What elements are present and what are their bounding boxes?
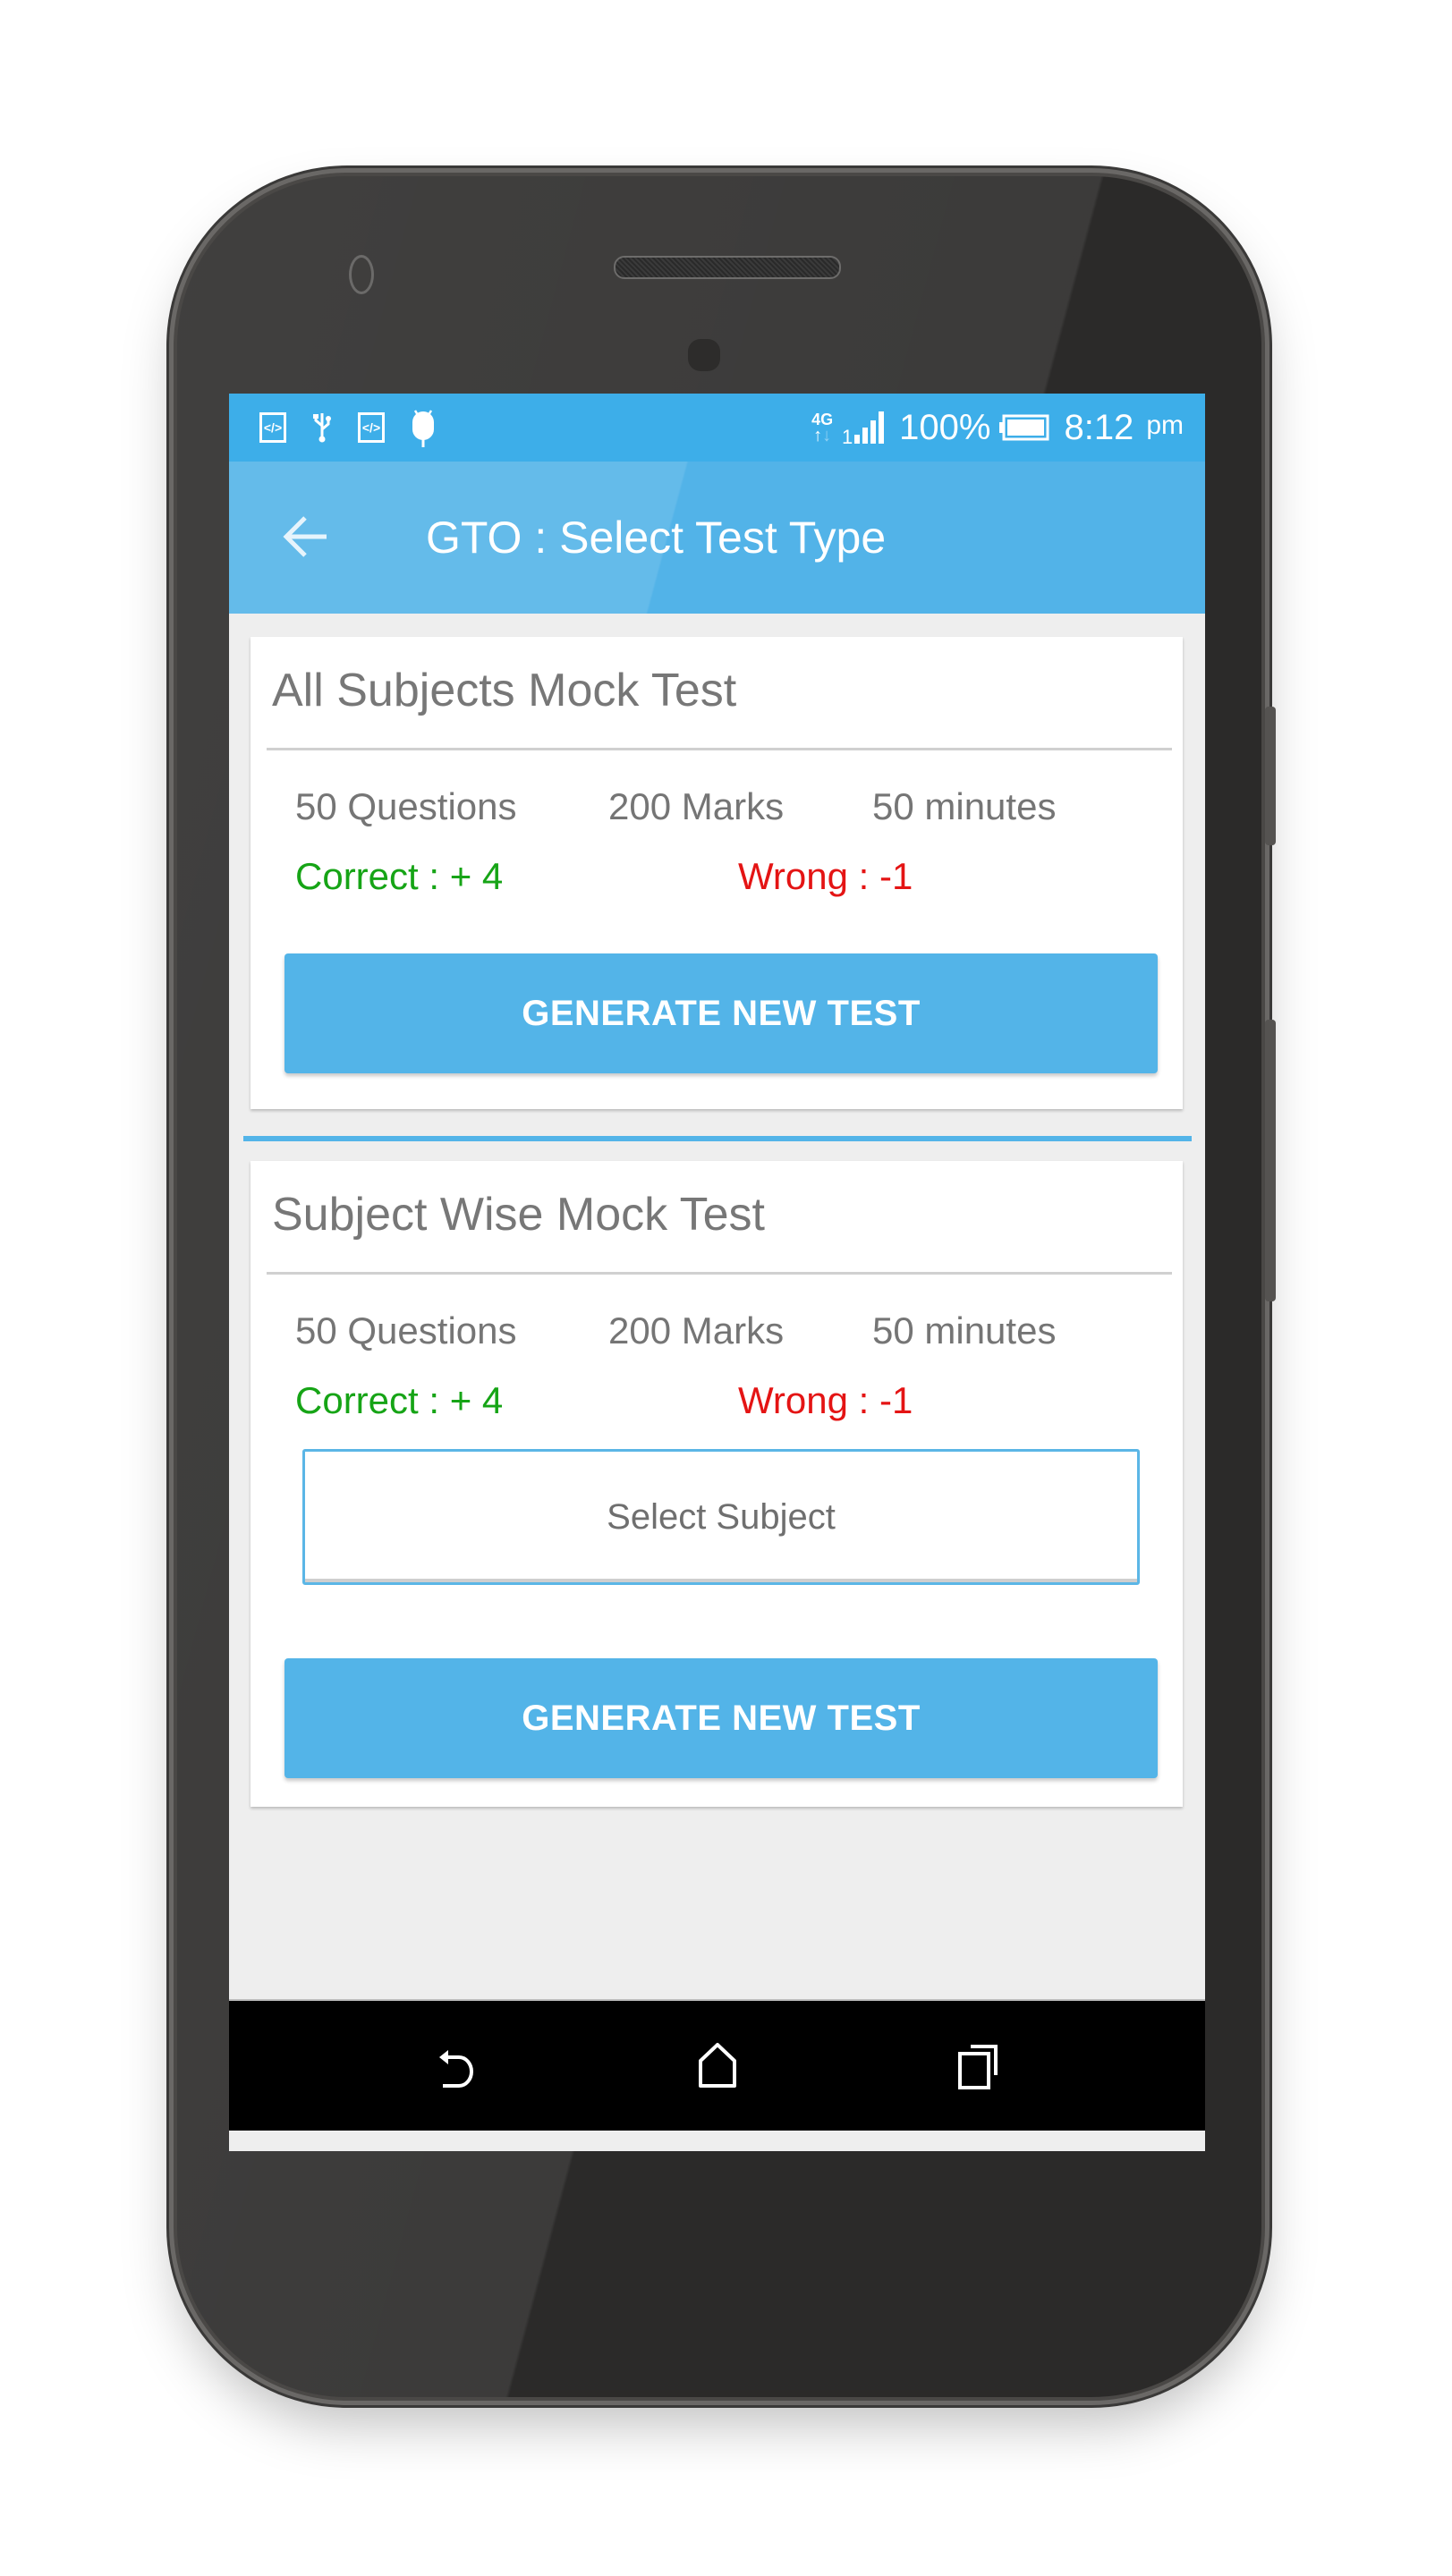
navigation-bar — [229, 2001, 1205, 2131]
select-subject-dropdown[interactable]: Select Subject — [302, 1449, 1140, 1585]
app-bar: GTO : Select Test Type — [229, 462, 1205, 614]
code-icon: </> — [259, 412, 286, 443]
android-debug-icon — [410, 408, 437, 447]
back-button[interactable] — [279, 512, 333, 565]
network-type-icon: 4G ↑↓ — [811, 411, 834, 445]
wrong-marks: Wrong : -1 — [738, 855, 913, 897]
earpiece-speaker — [614, 256, 841, 279]
proximity-sensor — [688, 339, 720, 371]
arrow-left-icon — [282, 514, 330, 564]
correct-marks: Correct : + 4 — [295, 855, 504, 897]
nav-home-button[interactable] — [686, 2037, 749, 2099]
battery-icon — [999, 414, 1049, 441]
phone-screen: </> </> 4G ↑↓ 1 100% 8:12 pm GTO: Selec… — [229, 394, 1205, 2151]
home-icon — [695, 2041, 740, 2096]
svg-text:1: 1 — [842, 426, 853, 445]
duration: 50 minutes — [872, 1309, 1057, 1352]
card-title: All Subjects Mock Test — [272, 665, 737, 716]
generate-subject-test-button[interactable]: GENERATE NEW TEST — [284, 1658, 1158, 1778]
total-marks: 200 Marks — [608, 785, 785, 827]
card-title: Subject Wise Mock Test — [272, 1189, 766, 1241]
card-divider — [267, 748, 1172, 750]
nav-back-button[interactable] — [426, 2037, 488, 2099]
usb-icon — [311, 411, 333, 444]
total-marks: 200 Marks — [608, 1309, 785, 1352]
subject-wise-card: Subject Wise Mock Test 50 Questions 200 … — [250, 1161, 1183, 1807]
power-button — [1265, 707, 1276, 845]
question-count: 50 Questions — [295, 785, 517, 827]
correct-marks: Correct : + 4 — [295, 1379, 504, 1421]
duration: 50 minutes — [872, 785, 1057, 827]
volume-button — [1265, 1020, 1276, 1301]
section-divider — [243, 1136, 1192, 1141]
all-subjects-card: All Subjects Mock Test 50 Questions 200 … — [250, 637, 1183, 1109]
battery-percent: 100% — [899, 407, 991, 447]
back-icon — [432, 2041, 482, 2096]
question-count: 50 Questions — [295, 1309, 517, 1352]
nav-recent-apps-button[interactable] — [947, 2037, 1010, 2099]
recent-apps-icon — [956, 2041, 1001, 2096]
clock-time: 8:12 — [1064, 407, 1134, 447]
card-divider — [267, 1272, 1172, 1275]
wrong-marks: Wrong : -1 — [738, 1379, 913, 1421]
front-camera-icon — [349, 255, 374, 294]
notification-icons: </> </> — [259, 408, 437, 447]
clock-suffix: pm — [1146, 410, 1184, 440]
page-title: GTO : Select Test Type — [426, 513, 887, 563]
code-icon: </> — [358, 412, 385, 443]
signal-icon: 1 — [842, 410, 890, 445]
test-type-list: All Subjects Mock Test 50 Questions 200 … — [229, 614, 1205, 2000]
status-bar: </> </> 4G ↑↓ 1 100% 8:12 pm — [229, 394, 1205, 462]
system-indicators: 4G ↑↓ 1 100% 8:12 pm — [811, 408, 1184, 448]
generate-all-subjects-test-button[interactable]: GENERATE NEW TEST — [284, 953, 1158, 1073]
